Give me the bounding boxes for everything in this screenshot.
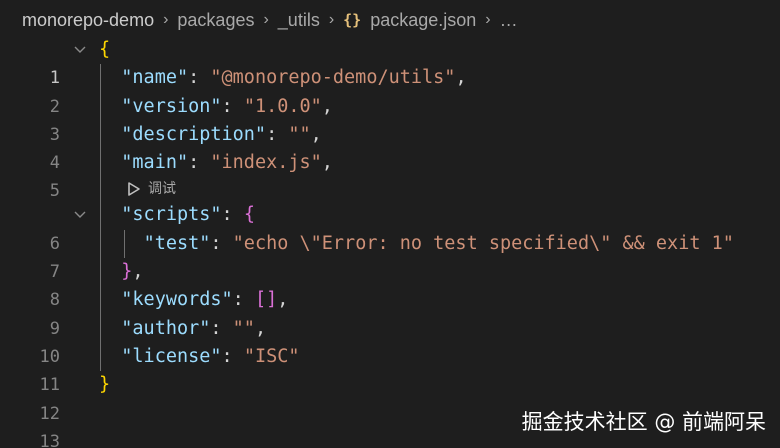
code-line[interactable]: 4 "description": "", bbox=[0, 120, 780, 173]
breadcrumb-item-more[interactable]: … bbox=[500, 10, 518, 31]
breadcrumb: monorepo-demo › packages › _utils › {} p… bbox=[0, 0, 780, 40]
code-lens-row: 调试 bbox=[0, 177, 780, 202]
code-text: "name": "@monorepo-demo/utils", bbox=[121, 67, 467, 89]
json-file-icon: {} bbox=[343, 11, 362, 29]
code-text: "main": "index.js", bbox=[121, 152, 333, 174]
code-line[interactable]: 2 "name": "@monorepo-demo/utils", bbox=[0, 64, 780, 117]
code-text: "description": "", bbox=[121, 123, 322, 145]
code-line[interactable]: 8 }, bbox=[0, 258, 780, 310]
code-text: "version": "1.0.0", bbox=[121, 95, 333, 117]
code-line[interactable]: 1 { bbox=[0, 36, 780, 88]
code-area[interactable]: 1 { 2 "name": "@monorepo-demo/utils", 3 … bbox=[0, 36, 780, 448]
line-number: 13 bbox=[39, 431, 60, 448]
code-line[interactable]: 7 "test": "echo \"Error: no test specifi… bbox=[0, 229, 780, 282]
code-text: "author": "", bbox=[121, 317, 267, 339]
code-text: }, bbox=[121, 261, 144, 283]
breadcrumb-item-utils[interactable]: _utils bbox=[278, 10, 320, 31]
indent-guide bbox=[100, 177, 101, 202]
chevron-right-icon: › bbox=[263, 11, 269, 28]
fold-chevron-down-icon[interactable] bbox=[72, 201, 88, 229]
breadcrumb-item-packages[interactable]: packages bbox=[177, 10, 254, 31]
chevron-right-icon: › bbox=[163, 11, 169, 28]
code-editor: monorepo-demo › packages › _utils › {} p… bbox=[0, 0, 780, 448]
code-line[interactable]: 5 "main": "index.js", bbox=[0, 149, 780, 201]
breadcrumb-item-monorepo-demo[interactable]: monorepo-demo bbox=[22, 10, 154, 31]
code-line[interactable]: 11 "license": "ISC" bbox=[0, 342, 780, 395]
debug-code-lens[interactable]: 调试 bbox=[127, 177, 176, 201]
code-text: "test": "echo \"Error: no test specified… bbox=[143, 232, 734, 254]
code-text: "scripts": { bbox=[121, 204, 255, 226]
watermark: 掘金技术社区 @ 前端阿呆 bbox=[521, 410, 766, 434]
code-line[interactable]: 3 "version": "1.0.0", bbox=[0, 92, 780, 145]
code-text: { bbox=[99, 39, 111, 60]
code-line[interactable]: 9 "keywords": [], bbox=[0, 286, 780, 339]
code-line[interactable]: 6 "scripts": { bbox=[0, 201, 780, 254]
code-text: "license": "ISC" bbox=[121, 345, 300, 367]
code-line[interactable]: 10 "author": "", bbox=[0, 314, 780, 367]
play-icon bbox=[128, 182, 140, 197]
code-text: } bbox=[99, 374, 111, 396]
chevron-right-icon: › bbox=[485, 11, 491, 28]
chevron-right-icon: › bbox=[328, 11, 335, 28]
debug-label: 调试 bbox=[148, 181, 176, 198]
fold-chevron-down-icon[interactable] bbox=[72, 36, 88, 64]
code-text: "keywords": [], bbox=[121, 289, 289, 311]
code-line[interactable]: 12 } bbox=[0, 371, 780, 423]
breadcrumb-item-package-json[interactable]: package.json bbox=[370, 10, 476, 31]
